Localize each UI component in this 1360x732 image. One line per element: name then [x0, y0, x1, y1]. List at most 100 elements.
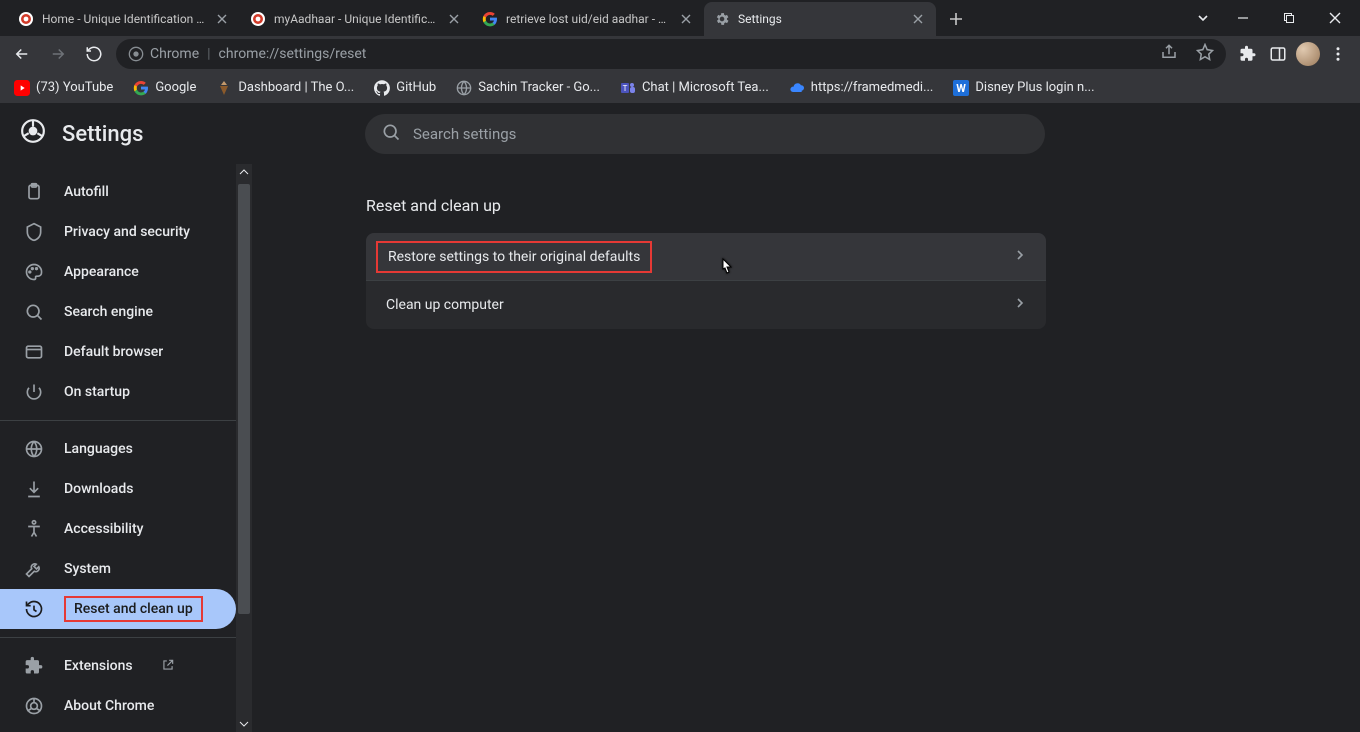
tab-strip: Home - Unique Identification Aut myAadha…: [0, 0, 1186, 36]
bookmark-teams[interactable]: TChat | Microsoft Tea...: [614, 76, 775, 100]
maximize-button[interactable]: [1266, 3, 1312, 33]
bookmark-disney[interactable]: WDisney Plus login n...: [947, 76, 1100, 100]
back-button[interactable]: [8, 40, 36, 68]
nav-reset[interactable]: Reset and clean up: [0, 589, 236, 629]
nav-search-engine[interactable]: Search engine: [0, 292, 236, 332]
download-icon: [24, 479, 44, 499]
search-icon: [381, 122, 401, 146]
nav-label: Default browser: [64, 344, 163, 360]
share-icon[interactable]: [1160, 43, 1178, 65]
restore-icon: [24, 599, 44, 619]
bookmark-youtube[interactable]: (73) YouTube: [8, 76, 119, 100]
row-label: Clean up computer: [386, 297, 504, 313]
nav-divider: [0, 420, 236, 421]
close-window-button[interactable]: [1312, 3, 1358, 33]
chrome-logo-icon: [20, 118, 46, 150]
tab-4-active[interactable]: Settings: [704, 2, 936, 36]
profile-avatar[interactable]: [1294, 40, 1322, 68]
sidebar-scroll-area: Autofill Privacy and security Appearance…: [0, 164, 252, 732]
nav-appearance[interactable]: Appearance: [0, 252, 236, 292]
star-icon[interactable]: [1196, 43, 1214, 65]
accessibility-icon: [24, 519, 44, 539]
nav-autofill[interactable]: Autofill: [0, 172, 236, 212]
tab-title: Settings: [738, 12, 902, 26]
nav-label: About Chrome: [64, 698, 154, 714]
settings-title-wrap: Settings: [0, 118, 143, 150]
svg-text:T: T: [623, 84, 628, 93]
scroll-down-button[interactable]: [236, 716, 252, 732]
settings-search[interactable]: Search settings: [365, 114, 1045, 154]
nav-accessibility[interactable]: Accessibility: [0, 509, 236, 549]
google-favicon: [482, 11, 498, 27]
settings-body: Autofill Privacy and security Appearance…: [0, 164, 1360, 732]
close-icon[interactable]: [446, 11, 462, 27]
bookmark-label: https://framedmedi...: [811, 80, 934, 95]
nav-label: Appearance: [64, 264, 139, 280]
globe-icon: [24, 439, 44, 459]
extensions-icon[interactable]: [1234, 40, 1262, 68]
nav-label: On startup: [64, 384, 130, 400]
sidebar-scrollbar-thumb[interactable]: [238, 184, 250, 614]
nav-default-browser[interactable]: Default browser: [0, 332, 236, 372]
reset-card: Restore settings to their original defau…: [366, 233, 1046, 329]
row-label: Restore settings to their original defau…: [388, 249, 640, 265]
bookmark-framed[interactable]: https://framedmedi...: [783, 76, 940, 100]
nav-downloads[interactable]: Downloads: [0, 469, 236, 509]
nav-on-startup[interactable]: On startup: [0, 372, 236, 412]
bookmark-google[interactable]: Google: [127, 76, 202, 100]
tab-3[interactable]: retrieve lost uid/eid aadhar - Goo: [472, 2, 704, 36]
omnibox-url: chrome://settings/reset: [219, 46, 367, 62]
globe-icon: [456, 80, 472, 96]
tab-strip-bar: Home - Unique Identification Aut myAadha…: [0, 0, 1360, 36]
cloud-icon: [789, 80, 805, 96]
minimize-button[interactable]: [1220, 3, 1266, 33]
close-icon[interactable]: [214, 11, 230, 27]
settings-title: Settings: [62, 122, 143, 147]
nav-privacy[interactable]: Privacy and security: [0, 212, 236, 252]
row-cleanup-computer[interactable]: Clean up computer: [366, 281, 1046, 329]
puzzle-icon: [24, 656, 44, 676]
bookmark-dashboard[interactable]: Dashboard | The O...: [210, 76, 360, 100]
bookmark-label: Disney Plus login n...: [975, 80, 1094, 95]
bookmark-label: (73) YouTube: [36, 80, 113, 95]
omnibox-separator: |: [207, 46, 210, 62]
bookmarks-bar: (73) YouTube Google Dashboard | The O...…: [0, 72, 1360, 104]
search-icon: [24, 302, 44, 322]
close-icon[interactable]: [678, 11, 694, 27]
nav-about[interactable]: About Chrome: [0, 686, 236, 726]
reload-button[interactable]: [80, 40, 108, 68]
section-title: Reset and clean up: [366, 196, 1360, 215]
palette-icon: [24, 262, 44, 282]
gear-icon: [714, 11, 730, 27]
nav-label: Privacy and security: [64, 224, 190, 240]
bookmark-label: Sachin Tracker - Go...: [478, 80, 600, 95]
nav-label: System: [64, 561, 111, 577]
kebab-menu-icon[interactable]: [1324, 40, 1352, 68]
site-chip-label: Chrome: [150, 46, 199, 62]
scroll-up-button[interactable]: [236, 164, 252, 180]
omnibox[interactable]: Chrome | chrome://settings/reset: [116, 39, 1226, 69]
tab-title: Home - Unique Identification Aut: [42, 12, 206, 26]
close-icon[interactable]: [910, 11, 926, 27]
side-panel-icon[interactable]: [1264, 40, 1292, 68]
site-chip: Chrome: [128, 46, 199, 62]
bookmark-github[interactable]: GitHub: [368, 76, 442, 100]
bookmark-tracker[interactable]: Sachin Tracker - Go...: [450, 76, 606, 100]
settings-page: Autofill Privacy and security Appearance…: [0, 104, 1360, 732]
tab-1[interactable]: Home - Unique Identification Aut: [8, 2, 240, 36]
nav-system[interactable]: System: [0, 549, 236, 589]
new-tab-button[interactable]: [942, 5, 970, 33]
wrench-icon: [24, 559, 44, 579]
nav-label: Autofill: [64, 184, 109, 200]
nav-languages[interactable]: Languages: [0, 429, 236, 469]
nav-extensions[interactable]: Extensions: [0, 646, 236, 686]
aadhaar-favicon: [250, 11, 266, 27]
nav-label: Reset and clean up: [64, 596, 203, 622]
forward-button[interactable]: [44, 40, 72, 68]
bookmark-label: Google: [155, 80, 196, 95]
row-restore-defaults[interactable]: Restore settings to their original defau…: [366, 233, 1046, 281]
toolbar: Chrome | chrome://settings/reset: [0, 36, 1360, 72]
settings-search-placeholder: Search settings: [413, 125, 516, 143]
tab-search-button[interactable]: [1186, 3, 1220, 33]
tab-2[interactable]: myAadhaar - Unique Identificatic: [240, 2, 472, 36]
